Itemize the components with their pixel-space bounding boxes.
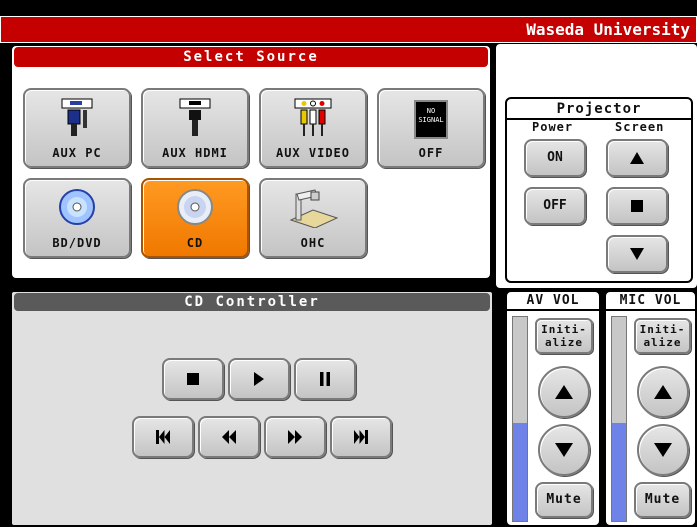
screen-up-button[interactable] (606, 139, 668, 177)
skip-forward-icon (354, 430, 368, 444)
skip-forward-button[interactable] (330, 416, 392, 458)
av-vol-title: AV VOL (526, 293, 580, 308)
select-source-panel: Select Source AUX PC AUX HDMI AUX VIDEO … (10, 44, 492, 280)
screen-down-button[interactable] (606, 235, 668, 273)
initialize-label-1: Initi- (541, 323, 587, 336)
rewind-icon (222, 430, 236, 444)
skip-back-button[interactable] (132, 416, 194, 458)
source-button-off[interactable]: NO SIGNAL OFF (377, 88, 485, 168)
av-vol-initialize-button[interactable]: Initi- alize (535, 318, 593, 354)
pause-button[interactable] (294, 358, 356, 400)
initialize-label-1: Initi- (639, 323, 686, 336)
source-button-aux-hdmi[interactable]: AUX HDMI (141, 88, 249, 168)
fast-forward-icon (288, 430, 302, 444)
cd-controller-title: CD Controller (14, 293, 490, 311)
av-vol-down-button[interactable] (538, 424, 590, 476)
source-label: AUX VIDEO (275, 146, 351, 160)
projector-off-button[interactable]: OFF (524, 187, 586, 225)
source-button-aux-video[interactable]: AUX VIDEO (259, 88, 367, 168)
av-vol-level-fill (513, 423, 527, 521)
av-vol-up-button[interactable] (538, 366, 590, 418)
source-label: OFF (418, 146, 444, 160)
mic-vol-panel: MIC VOL Initi- alize Mute (604, 290, 697, 527)
av-vol-title-rule (507, 309, 599, 311)
volume-up-icon (555, 385, 573, 399)
no-signal-icon: NO SIGNAL (414, 100, 448, 139)
source-button-aux-pc[interactable]: AUX PC (23, 88, 131, 168)
initialize-label-2: alize (643, 336, 682, 349)
stop-icon (187, 373, 199, 385)
vga-connector-icon (59, 98, 95, 142)
hdmi-connector-icon (177, 98, 213, 142)
rewind-button[interactable] (198, 416, 260, 458)
volume-down-icon (555, 443, 573, 457)
projector-panel: Projector Power Screen ON OFF (505, 97, 693, 283)
projector-title: Projector (556, 101, 642, 117)
volume-down-icon (654, 443, 672, 457)
play-icon (254, 372, 264, 386)
source-button-bd-dvd[interactable]: BD/DVD (23, 178, 131, 258)
top-bar: Waseda University (0, 16, 697, 43)
av-vol-meter (512, 316, 528, 522)
source-label: CD (186, 236, 204, 250)
disc-icon (58, 188, 96, 230)
screen-stop-button[interactable] (606, 187, 668, 225)
mic-vol-title-rule (606, 309, 695, 311)
power-label: Power (532, 120, 574, 134)
mic-vol-level-fill (612, 423, 626, 521)
brand-title: Waseda University (526, 20, 690, 39)
source-label: AUX PC (52, 146, 102, 160)
mic-vol-title: MIC VOL (619, 293, 682, 308)
document-camera-icon (287, 188, 339, 232)
play-button[interactable] (228, 358, 290, 400)
source-label: OHC (300, 236, 326, 250)
select-source-title: Select Source (14, 47, 488, 67)
fast-forward-button[interactable] (264, 416, 326, 458)
mic-vol-up-button[interactable] (637, 366, 689, 418)
mic-vol-initialize-button[interactable]: Initi- alize (634, 318, 691, 354)
projector-on-button[interactable]: ON (524, 139, 586, 177)
disc-icon (176, 188, 214, 230)
source-button-ohc[interactable]: OHC (259, 178, 367, 258)
cd-controller-panel: CD Controller (10, 290, 494, 527)
screen-label: Screen (615, 120, 665, 134)
no-signal-text: NO SIGNAL (418, 107, 444, 124)
source-label: BD/DVD (52, 236, 102, 250)
pause-icon (320, 372, 330, 386)
mic-vol-down-button[interactable] (637, 424, 689, 476)
av-vol-mute-button[interactable]: Mute (535, 482, 593, 518)
screen-down-icon (630, 248, 644, 260)
av-vol-panel: AV VOL Initi- alize Mute (505, 290, 601, 527)
mic-vol-meter (611, 316, 627, 522)
volume-up-icon (654, 385, 672, 399)
stop-button[interactable] (162, 358, 224, 400)
rca-connector-icon (293, 98, 333, 142)
mic-vol-mute-button[interactable]: Mute (634, 482, 691, 518)
screen-up-icon (630, 152, 644, 164)
source-button-cd[interactable]: CD (141, 178, 249, 258)
initialize-label-2: alize (544, 336, 584, 349)
source-label: AUX HDMI (162, 146, 228, 160)
screen-stop-icon (631, 200, 643, 212)
skip-back-icon (156, 430, 170, 444)
